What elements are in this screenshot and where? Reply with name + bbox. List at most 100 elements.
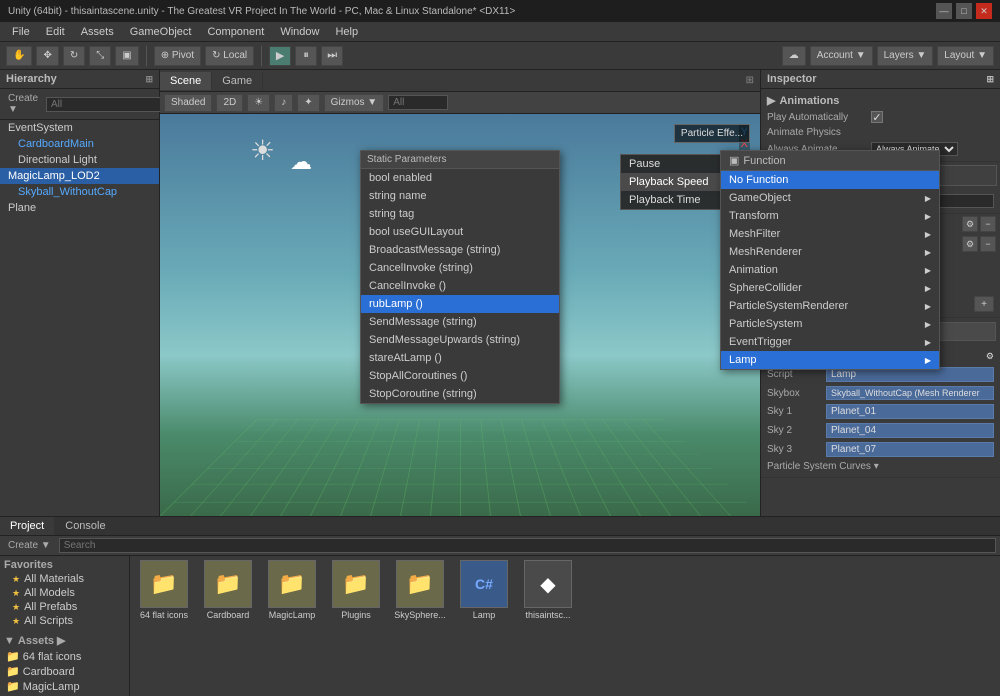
play-auto-label: Play Automatically [767,112,867,123]
play-button[interactable]: ▶ [269,46,291,66]
close-button[interactable]: ✕ [976,3,992,19]
fx-btn[interactable]: ✦ [297,94,319,112]
audio-btn[interactable]: ♪ [274,94,293,112]
play-auto-checkbox[interactable]: ✓ [871,111,883,123]
menu-component[interactable]: Component [199,24,272,40]
tab-game[interactable]: Game [212,72,263,90]
func-gameobject[interactable]: GameObject▶ [721,189,939,207]
hierarchy-create-btn[interactable]: Create ▼ [4,91,42,117]
cloud-button[interactable]: ☁ [782,46,806,66]
asset-cardboard[interactable]: 📁 Cardboard [198,560,258,620]
asset-plugins[interactable]: 📁 Plugins [326,560,386,620]
sky1-field[interactable]: Planet_01 [826,404,994,419]
func-animation[interactable]: Animation▶ [721,261,939,279]
asset-magiclamp[interactable]: 📁 MagicLamp [262,560,322,620]
assets-magiclamp[interactable]: 📁 MagicLamp [0,679,129,694]
param-sendmessage[interactable]: SendMessage (string) [361,313,559,331]
tree-item-eventsystem[interactable]: EventSystem [0,120,159,136]
animations-header[interactable]: ▶ Animations [767,92,994,109]
fav-all-materials[interactable]: ★ All Materials [0,572,129,586]
func-lamp[interactable]: Lamp▶ [721,351,939,369]
settings-btn[interactable]: ⚙ [962,216,978,232]
gizmos-btn[interactable]: Gizmos ▼ [324,94,385,112]
menu-help[interactable]: Help [327,24,366,40]
toolbar-rect-tool[interactable]: ▣ [115,46,138,66]
param-sendmessageup[interactable]: SendMessageUpwards (string) [361,331,559,349]
shading-btn[interactable]: Shaded [164,94,212,112]
param-cancelinvoke[interactable]: CancelInvoke () [361,277,559,295]
param-bool-enabled[interactable]: bool enabled [361,169,559,187]
account-button[interactable]: Account ▼ [810,46,873,66]
param-broadcast[interactable]: BroadcastMessage (string) [361,241,559,259]
tree-item-magiclamp[interactable]: MagicLamp_LOD2 [0,168,159,184]
tab-console[interactable]: Console [55,517,116,535]
menu-gameobject[interactable]: GameObject [122,24,200,40]
func-spherecollider[interactable]: SphereCollider▶ [721,279,939,297]
toolbar-hand-tool[interactable]: ✋ [6,46,32,66]
maximize-button[interactable]: □ [956,3,972,19]
func-meshfilter[interactable]: MeshFilter▶ [721,225,939,243]
minus-btn-2[interactable]: − [980,236,996,252]
fav-all-models[interactable]: ★ All Models [0,586,129,600]
func-no-function[interactable]: No Function [721,171,939,189]
tree-item-plane[interactable]: Plane [0,200,159,216]
sky1-label: Sky 1 [767,406,822,417]
step-button[interactable]: ⏭ [321,46,343,66]
pivot-button[interactable]: ⊕ Pivot [154,46,201,66]
menu-file[interactable]: File [4,24,38,40]
menu-assets[interactable]: Assets [73,24,122,40]
toolbar-rotate-tool[interactable]: ↻ [63,46,85,66]
param-stopcoroutine[interactable]: StopCoroutine (string) [361,385,559,403]
func-transform[interactable]: Transform▶ [721,207,939,225]
minimize-button[interactable]: — [936,3,952,19]
local-button[interactable]: ↻ Local [205,46,254,66]
fav-all-scripts[interactable]: ★ All Scripts [0,614,129,628]
pause-button[interactable]: ⏸ [295,46,317,66]
tree-item-skyball[interactable]: Skyball_WithoutCap [0,184,159,200]
light-btn[interactable]: ☀ [247,94,270,112]
settings-btn-2[interactable]: ⚙ [962,236,978,252]
tab-scene[interactable]: Scene [160,72,212,90]
playback-time-menu-item[interactable]: Playback Time [621,191,729,209]
title-bar: Unity (64bit) - thisaintascene.unity - T… [0,0,1000,22]
sky3-field[interactable]: Planet_07 [826,442,994,457]
layout-button[interactable]: Layout ▼ [937,46,994,66]
param-cancelinvoke-str[interactable]: CancelInvoke (string) [361,259,559,277]
assets-cardboard[interactable]: 📁 Cardboard [0,664,129,679]
param-string-name[interactable]: string name [361,187,559,205]
sky2-field[interactable]: Planet_04 [826,423,994,438]
fav-all-prefabs[interactable]: ★ All Prefabs [0,600,129,614]
pause-menu-item[interactable]: Pause [621,155,729,173]
param-string-tag[interactable]: string tag [361,205,559,223]
param-stareatlamp[interactable]: stareAtLamp () [361,349,559,367]
assets-64flat[interactable]: 📁 64 flat icons [0,649,129,664]
minus-btn[interactable]: − [980,216,996,232]
func-particlesystem[interactable]: ParticleSystem▶ [721,315,939,333]
assets-create-btn[interactable]: Create ▼ [4,538,55,553]
asset-lamp[interactable]: C# Lamp [454,560,514,620]
assets-search-input[interactable] [59,538,996,553]
playback-speed-menu-item[interactable]: Playback Speed [621,173,729,191]
param-bool-usegui[interactable]: bool useGUILayout [361,223,559,241]
2d-btn[interactable]: 2D [216,94,243,112]
menu-window[interactable]: Window [272,24,327,40]
func-meshrenderer[interactable]: MeshRenderer▶ [721,243,939,261]
tree-item-directionallight[interactable]: Directional Light [0,152,159,168]
asset-skysphere[interactable]: 📁 SkySphere... [390,560,450,620]
tab-project[interactable]: Project [0,517,55,535]
func-eventtrigger[interactable]: EventTrigger▶ [721,333,939,351]
layers-button[interactable]: Layers ▼ [877,46,934,66]
toolbar-scale-tool[interactable]: ⤡ [89,46,111,66]
tree-item-cardboardmain[interactable]: CardboardMain [0,136,159,152]
asset-thisaintscene[interactable]: ◆ thisaintsc... [518,560,578,620]
scene-search-input[interactable] [388,95,448,110]
func-particlesystemrenderer[interactable]: ParticleSystemRenderer▶ [721,297,939,315]
param-stopallcoroutines[interactable]: StopAllCoroutines () [361,367,559,385]
asset-64flat[interactable]: 📁 64 flat icons [134,560,194,620]
inspector-pin: ⊞ [986,74,994,85]
skybox-field[interactable]: Skyball_WithoutCap (Mesh Renderer [826,386,994,400]
event-plus-btn[interactable]: + [974,296,994,312]
param-rublamp[interactable]: rubLamp () [361,295,559,313]
toolbar-move-tool[interactable]: ✥ [36,46,58,66]
menu-edit[interactable]: Edit [38,24,73,40]
